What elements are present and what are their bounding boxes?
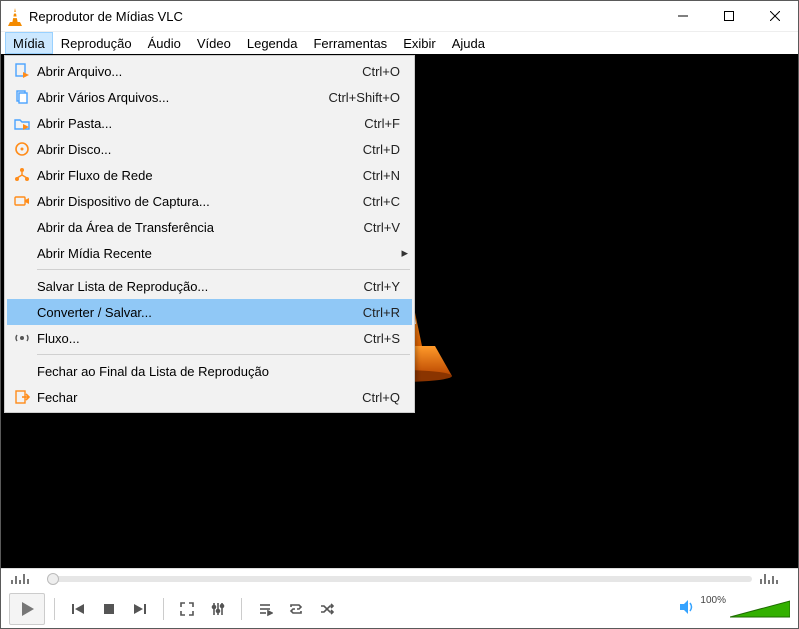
- next-button[interactable]: [126, 595, 154, 623]
- menu-ferramentas[interactable]: Ferramentas: [305, 32, 395, 54]
- separator: [54, 598, 55, 620]
- blank-icon: [11, 302, 33, 322]
- titlebar: Reprodutor de Mídias VLC: [1, 1, 798, 32]
- menu-audio[interactable]: Áudio: [140, 32, 189, 54]
- transport-controls: 100%: [1, 589, 798, 628]
- menu-item-shortcut: Ctrl+V: [364, 220, 408, 235]
- menu-separator: [37, 269, 410, 270]
- capture-icon: [11, 191, 33, 211]
- menu-video[interactable]: Vídeo: [189, 32, 239, 54]
- menu-exibir[interactable]: Exibir: [395, 32, 444, 54]
- network-icon: [11, 165, 33, 185]
- menu-item-abrir-dispositivo-de-captura[interactable]: Abrir Dispositivo de Captura...Ctrl+C: [7, 188, 412, 214]
- elapsed-indicator-icon: [11, 574, 39, 584]
- menu-item-shortcut: Ctrl+C: [363, 194, 408, 209]
- playlist-button[interactable]: [251, 595, 279, 623]
- file-play-icon: [11, 61, 33, 81]
- menu-separator: [37, 354, 410, 355]
- menubar: MídiaReproduçãoÁudioVídeoLegendaFerramen…: [1, 32, 798, 54]
- menu-item-shortcut: Ctrl+N: [363, 168, 408, 183]
- menu-item-abrir-mi-dia-recente[interactable]: Abrir Mídia Recente▸: [7, 240, 412, 266]
- remaining-indicator-icon: [760, 574, 788, 584]
- menu-item-shortcut: Ctrl+R: [363, 305, 408, 320]
- volume-control: 100%: [678, 598, 790, 619]
- loop-button[interactable]: [282, 595, 310, 623]
- blank-icon: [11, 217, 33, 237]
- menu-item-fluxo[interactable]: Fluxo...Ctrl+S: [7, 325, 412, 351]
- menu-item-shortcut: Ctrl+O: [362, 64, 408, 79]
- files-icon: [11, 87, 33, 107]
- menu-item-label: Abrir Dispositivo de Captura...: [37, 194, 363, 209]
- separator: [241, 598, 242, 620]
- menu-item-label: Abrir da Área de Transferência: [37, 220, 364, 235]
- app-window: Reprodutor de Mídias VLC MídiaReprodução…: [0, 0, 799, 629]
- menu-item-label: Abrir Mídia Recente: [37, 246, 398, 261]
- menu-item-abrir-va-rios-arquivos[interactable]: Abrir Vários Arquivos...Ctrl+Shift+O: [7, 84, 412, 110]
- speaker-icon[interactable]: [678, 598, 696, 619]
- play-button[interactable]: [9, 593, 45, 625]
- disc-icon: [11, 139, 33, 159]
- menu-item-abrir-arquivo[interactable]: Abrir Arquivo...Ctrl+O: [7, 58, 412, 84]
- fullscreen-button[interactable]: [173, 595, 201, 623]
- stream-icon: [11, 328, 33, 348]
- menu-item-label: Abrir Disco...: [37, 142, 363, 157]
- menu-midia[interactable]: Mídia: [5, 32, 53, 54]
- submenu-arrow-icon: ▸: [398, 245, 408, 261]
- extended-settings-button[interactable]: [204, 595, 232, 623]
- previous-button[interactable]: [64, 595, 92, 623]
- menu-item-label: Salvar Lista de Reprodução...: [37, 279, 364, 294]
- menu-item-converter-salvar[interactable]: Converter / Salvar...Ctrl+R: [7, 299, 412, 325]
- menu-item-shortcut: Ctrl+S: [364, 331, 408, 346]
- blank-icon: [11, 243, 33, 263]
- menu-item-label: Fechar ao Final da Lista de Reprodução: [37, 364, 408, 379]
- menu-item-shortcut: Ctrl+F: [364, 116, 408, 131]
- menu-item-label: Abrir Fluxo de Rede: [37, 168, 363, 183]
- close-button[interactable]: [752, 1, 798, 32]
- volume-slider[interactable]: [730, 599, 790, 619]
- menu-item-shortcut: Ctrl+Shift+O: [328, 90, 408, 105]
- menu-item-abrir-da-a-rea-de-transfere-ncia[interactable]: Abrir da Área de TransferênciaCtrl+V: [7, 214, 412, 240]
- vlc-cone-icon: [7, 8, 23, 24]
- menu-item-label: Abrir Pasta...: [37, 116, 364, 131]
- separator: [163, 598, 164, 620]
- menu-item-abrir-disco[interactable]: Abrir Disco...Ctrl+D: [7, 136, 412, 162]
- menu-ajuda[interactable]: Ajuda: [444, 32, 493, 54]
- blank-icon: [11, 361, 33, 381]
- menu-item-salvar-lista-de-reproduc-a-o[interactable]: Salvar Lista de Reprodução...Ctrl+Y: [7, 273, 412, 299]
- stop-button[interactable]: [95, 595, 123, 623]
- menu-item-label: Abrir Arquivo...: [37, 64, 362, 79]
- volume-percent: 100%: [700, 595, 726, 606]
- menu-item-shortcut: Ctrl+D: [363, 142, 408, 157]
- menu-item-label: Converter / Salvar...: [37, 305, 363, 320]
- menu-item-label: Abrir Vários Arquivos...: [37, 90, 328, 105]
- menu-item-shortcut: Ctrl+Y: [364, 279, 408, 294]
- menu-legenda[interactable]: Legenda: [239, 32, 306, 54]
- blank-icon: [11, 276, 33, 296]
- media-menu-dropdown: Abrir Arquivo...Ctrl+OAbrir Vários Arqui…: [4, 55, 415, 413]
- menu-item-label: Fechar: [37, 390, 362, 405]
- bottom-controls: 100%: [1, 568, 798, 628]
- menu-reproducao[interactable]: Reprodução: [53, 32, 140, 54]
- seek-slider[interactable]: [47, 576, 752, 582]
- menu-item-fechar-ao-final-da-lista-de-reproduc-a-o[interactable]: Fechar ao Final da Lista de Reprodução: [7, 358, 412, 384]
- maximize-button[interactable]: [706, 1, 752, 32]
- shuffle-button[interactable]: [313, 595, 341, 623]
- menu-item-label: Fluxo...: [37, 331, 364, 346]
- menu-item-abrir-fluxo-de-rede[interactable]: Abrir Fluxo de RedeCtrl+N: [7, 162, 412, 188]
- minimize-button[interactable]: [660, 1, 706, 32]
- menu-item-shortcut: Ctrl+Q: [362, 390, 408, 405]
- menu-item-abrir-pasta[interactable]: Abrir Pasta...Ctrl+F: [7, 110, 412, 136]
- menu-item-fechar[interactable]: FecharCtrl+Q: [7, 384, 412, 410]
- seek-bar-row: [1, 569, 798, 589]
- quit-icon: [11, 387, 33, 407]
- window-title: Reprodutor de Mídias VLC: [29, 9, 183, 24]
- folder-play-icon: [11, 113, 33, 133]
